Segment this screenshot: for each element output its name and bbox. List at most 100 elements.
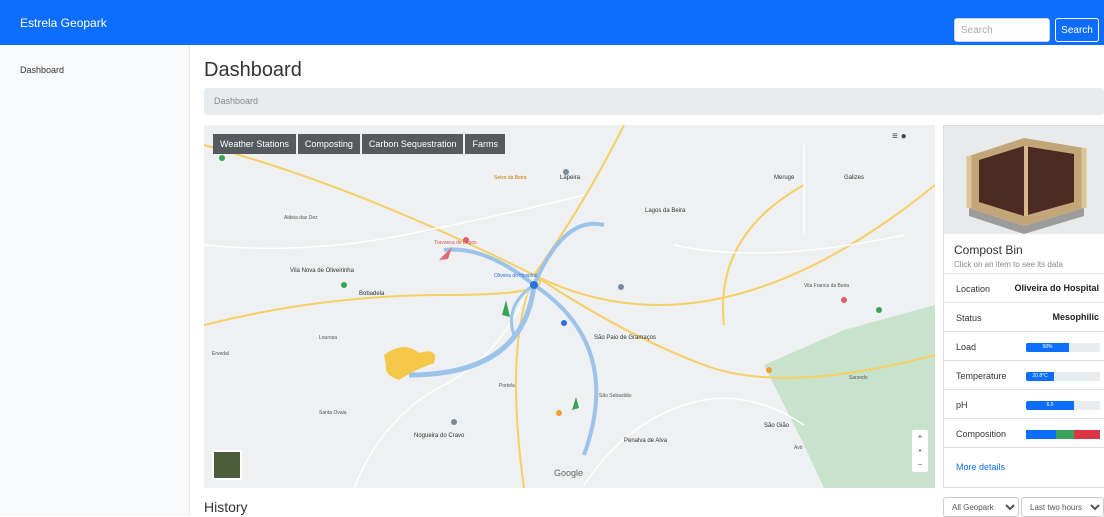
flow-arc [532,221,605,286]
tab-weather-stations[interactable]: Weather Stations [213,134,296,154]
map-label: São Sebastião [599,393,632,399]
temperature-label: Temperature [956,371,1007,381]
ph-label: pH [956,400,968,410]
map-label: Avô [794,445,803,451]
map-layers-button[interactable] [212,450,242,480]
tab-carbon-sequestration[interactable]: Carbon Sequestration [361,134,464,154]
compost-bin-illustration [966,138,1087,234]
temperature-progress: 20.8°C [1026,372,1100,381]
map-label: Lagos da Beira [645,208,686,214]
load-progress-fill: 58% [1026,343,1069,352]
location-row: Location Oliveira do Hospital [944,273,1104,302]
panel-title: Compost Bin [954,243,1023,257]
map-label: Seixo da Beira [494,175,527,181]
search-button[interactable]: Search [1055,18,1099,42]
brand[interactable]: Estrela Geopark [20,16,107,30]
composition-segment [1074,430,1100,439]
location-pin[interactable] [530,281,538,289]
road [722,184,805,326]
zoom-in-icon[interactable]: + [912,430,928,444]
location-pin[interactable] [766,367,772,373]
map-label: Aldeia das Dez [284,215,318,221]
ph-progress-fill: 6.5 [1026,401,1075,410]
google-logo: Google [554,468,584,478]
tab-composting[interactable]: Composting [297,134,360,154]
location-pin[interactable] [556,410,562,416]
zoom-out-icon[interactable]: − [912,458,928,472]
location-pin[interactable] [841,297,847,303]
map-label: São Paio de Gramaços [594,335,657,341]
location-pin[interactable] [561,320,567,326]
breadcrumb-item[interactable]: Dashboard [214,96,258,106]
location-pin[interactable] [876,307,882,313]
zoom-control[interactable]: + • − [912,430,928,472]
map-toolbar[interactable]: ≡ ● [892,131,907,142]
road [204,274,541,326]
panel-subtitle: Click on an item to see its data [954,260,1063,269]
minor-road [204,194,585,250]
divider [944,447,1104,448]
map-label: Lapeira [560,175,581,181]
map-label: Bobadela [359,291,385,297]
temperature-progress-fill: 20.8°C [1026,372,1055,381]
map-label: Lourosa [319,335,338,341]
farm-area [502,300,510,317]
ph-row: pH 6.5 [944,389,1104,418]
pegman-icon[interactable]: • [912,444,928,458]
map-label: Sarzedo [849,375,868,381]
location-pin[interactable] [219,155,225,161]
map-layer-tabs: Weather Stations Composting Carbon Seque… [213,134,505,154]
user-icon[interactable]: ● [901,131,907,142]
location-pin[interactable] [618,284,624,290]
history-title: History [204,499,248,515]
flow-arc [532,283,599,456]
map-label: Oliveira do Hospital [494,273,538,279]
map-label: Ervedal [212,351,229,357]
sidebar-item-dashboard[interactable]: Dashboard [20,65,64,75]
composition-segment [1055,430,1075,439]
minor-road [583,397,805,486]
breadcrumb: Dashboard [204,88,1104,115]
status-label: Status [956,313,982,323]
forest-area [764,305,935,488]
map-label: São Gião [764,423,790,429]
map-label: Penalva de Alva [624,438,668,444]
map-label: Santa Ovaia [319,410,347,416]
minor-road [673,234,905,254]
road [533,125,625,276]
sidebar: Dashboard [0,45,190,516]
map-label: Meruge [774,175,795,181]
composition-bar [1026,430,1100,439]
page-title: Dashboard [204,59,302,81]
map-label: Vila Franca da Beira [804,283,850,289]
location-value: Oliveira do Hospital [1014,283,1099,293]
map-label: Nogueira do Cravo [414,433,465,439]
composition-segment [1026,430,1056,439]
load-row: Load 58% [944,331,1104,360]
road [204,144,935,306]
map[interactable]: Weather Stations Composting Carbon Seque… [204,125,935,488]
compost-bin-image [944,126,1104,234]
farm-area [572,397,579,410]
composition-row: Composition [944,418,1104,447]
status-row: Status Mesophilic [944,302,1104,331]
navbar: Estrela Geopark Search [0,0,1104,45]
tab-farms[interactable]: Farms [465,134,505,154]
map-label: Vila Nova de Oliveirinha [290,268,354,274]
load-progress: 58% [1026,343,1100,352]
map-label: Portela [499,383,515,389]
location-pin[interactable] [341,282,347,288]
location-label: Location [956,284,991,294]
time-filter-select[interactable]: Last two hours [1021,497,1104,517]
more-details-link[interactable]: More details [956,462,1005,472]
map-label: Galizes [844,175,865,181]
map-label: Travanca de Lagos [434,240,477,246]
search-input[interactable] [954,18,1050,42]
load-label: Load [956,342,977,352]
compost-bin-panel: Compost Bin Click on an item to see its … [943,125,1104,488]
composition-label: Composition [956,429,1007,439]
region-filter-select[interactable]: All Geopark [943,497,1019,517]
menu-icon[interactable]: ≡ [892,131,898,142]
location-pin[interactable] [451,419,457,425]
temperature-row: Temperature 20.8°C [944,360,1104,389]
